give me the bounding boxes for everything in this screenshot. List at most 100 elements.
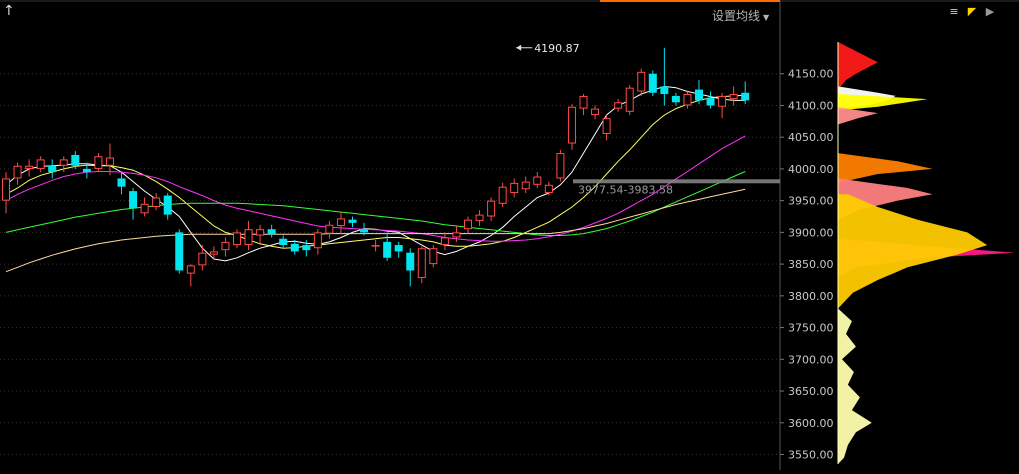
list-icon[interactable]: ≡ — [947, 5, 961, 19]
candle[interactable] — [186, 264, 195, 287]
candle-body — [602, 118, 611, 135]
candle-body — [117, 178, 126, 187]
candle-body — [267, 229, 276, 235]
candle[interactable] — [152, 193, 161, 211]
candle-body — [498, 186, 507, 204]
candle[interactable] — [336, 212, 345, 234]
candle[interactable] — [313, 229, 322, 255]
candle-body — [129, 191, 138, 209]
axis-tick-label: 3900.00 — [788, 226, 834, 239]
candle[interactable] — [198, 245, 207, 271]
candlesticks[interactable] — [2, 47, 750, 287]
candle[interactable] — [602, 114, 611, 141]
candle[interactable] — [267, 224, 276, 238]
candle-body — [94, 156, 103, 169]
candle-body — [671, 95, 680, 103]
candle[interactable] — [706, 91, 715, 109]
axis-tick-label: 3550.00 — [788, 448, 834, 461]
up-arrow-icon[interactable]: ↑ — [3, 4, 15, 18]
candle-body — [729, 94, 738, 100]
kline-chart[interactable]: 4190.87 3977.54-3983.58 4150.00 4100.00 405… — [0, 0, 1019, 470]
candle[interactable] — [510, 178, 519, 198]
candle[interactable] — [348, 216, 357, 228]
candle-body — [383, 241, 392, 258]
candle[interactable] — [614, 99, 623, 112]
candle[interactable] — [579, 94, 588, 115]
candle-body — [325, 224, 334, 234]
candle[interactable] — [2, 172, 10, 214]
candle-body — [25, 165, 34, 169]
candle-body — [394, 245, 403, 252]
chart-canvas[interactable]: 4190.87 3977.54-3983.58 4150.00 4100.00 405… — [0, 0, 1019, 470]
candle[interactable] — [25, 159, 34, 177]
profile-pink-top — [838, 107, 878, 125]
price-axis: 4150.00 4100.00 4050.00 4000.00 3950.00 3900.… — [780, 68, 834, 461]
candle[interactable] — [417, 246, 426, 284]
axis-tick-label: 3650.00 — [788, 385, 834, 398]
candle-body — [648, 73, 657, 93]
candle[interactable] — [383, 232, 392, 261]
candle[interactable] — [233, 229, 241, 249]
candle[interactable] — [521, 176, 530, 194]
caret-down-icon: ▼ — [763, 13, 770, 22]
candle[interactable] — [498, 182, 507, 207]
candle[interactable] — [36, 156, 45, 173]
candle-body — [2, 178, 10, 201]
play-icon[interactable]: ▶ — [983, 5, 997, 19]
ma-setting-label: 设置均线 — [712, 9, 761, 23]
candle[interactable] — [648, 70, 657, 96]
candle-body — [475, 214, 484, 221]
candle-body — [718, 95, 727, 107]
candle[interactable] — [429, 245, 438, 268]
candle-body — [567, 106, 576, 144]
candle[interactable] — [129, 187, 138, 220]
candle[interactable] — [279, 235, 288, 249]
candle-body — [198, 252, 207, 266]
candle[interactable] — [637, 68, 646, 96]
candle-body — [244, 229, 253, 246]
candle[interactable] — [464, 216, 472, 234]
candle-body — [302, 245, 311, 251]
candle-body — [152, 197, 161, 207]
candle[interactable] — [683, 91, 692, 109]
candle[interactable] — [671, 92, 680, 106]
candle[interactable] — [625, 85, 634, 115]
candle-body — [637, 71, 646, 92]
pen-icon[interactable]: ◤ — [965, 5, 979, 19]
candle[interactable] — [48, 159, 57, 179]
candle[interactable] — [371, 239, 380, 252]
candle[interactable] — [325, 220, 334, 239]
candle[interactable] — [394, 241, 403, 258]
candle[interactable] — [556, 149, 565, 182]
candle[interactable] — [475, 210, 484, 227]
candle-body — [510, 182, 519, 194]
profile-cream — [838, 308, 872, 464]
candle[interactable] — [591, 105, 600, 120]
candle[interactable] — [163, 193, 172, 220]
candle[interactable] — [567, 104, 576, 150]
candle[interactable] — [533, 172, 542, 188]
candle[interactable] — [406, 248, 415, 287]
candle[interactable] — [660, 47, 669, 106]
candle[interactable] — [140, 197, 149, 217]
candle-body — [544, 184, 553, 194]
candle-body — [556, 153, 565, 179]
candle[interactable] — [221, 237, 230, 257]
candle[interactable] — [452, 226, 461, 242]
candle[interactable] — [13, 162, 22, 185]
candle-body — [521, 181, 530, 190]
candle-body — [175, 232, 184, 271]
candle[interactable] — [695, 80, 703, 105]
candle[interactable] — [440, 232, 449, 251]
ma-setting-button[interactable]: 设置均线 ▼ — [712, 7, 769, 24]
candle[interactable] — [244, 220, 253, 251]
candle[interactable] — [256, 224, 265, 246]
candle[interactable] — [105, 143, 114, 176]
candle[interactable] — [718, 92, 727, 119]
candle[interactable] — [487, 197, 496, 221]
axis-tick-label: 3700.00 — [788, 353, 834, 366]
candle-body — [406, 252, 415, 271]
candle[interactable] — [729, 86, 738, 106]
candle[interactable] — [175, 229, 184, 274]
candle[interactable] — [117, 172, 126, 195]
